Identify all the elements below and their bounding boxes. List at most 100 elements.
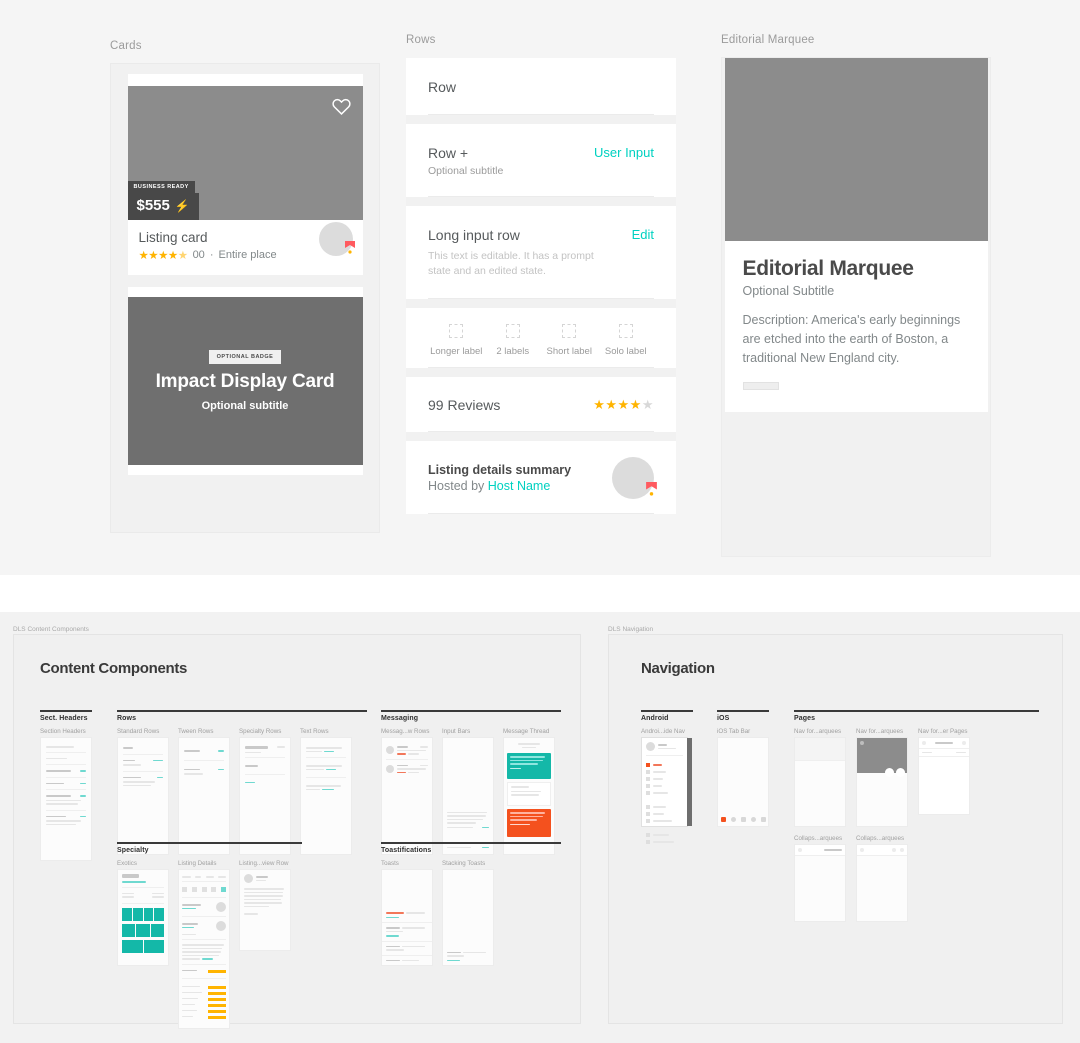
place-type: Entire place (218, 249, 277, 261)
avatar[interactable] (612, 457, 657, 500)
thumb-wrap[interactable]: Tween Rows (178, 728, 230, 855)
checkbox-item[interactable]: 2 labels (485, 324, 542, 357)
thumbnail-ios-tab-bar[interactable] (717, 737, 769, 827)
checkbox-label: Longer label (430, 346, 483, 358)
thumb-wrap[interactable]: Specialty Rows (239, 728, 291, 855)
thumbnail-toasts[interactable] (381, 869, 433, 966)
thumbnail-tween-rows[interactable] (178, 737, 230, 855)
optional-badge: OPTIONAL BADGE (208, 350, 282, 364)
tab-icon-saved[interactable] (740, 817, 746, 822)
thumb-wrap[interactable]: Section Headers (40, 728, 92, 861)
row-header: Long input row Edit (428, 227, 654, 243)
thumb-wrap[interactable]: Message Thread (503, 728, 555, 855)
tab-icon-search[interactable] (730, 817, 736, 822)
cards-frame: BUSINESS READY $555 ⚡ Listing card ★★★★★… (110, 63, 380, 533)
row-divider (406, 432, 676, 442)
thumbnail-text-rows[interactable] (300, 737, 352, 855)
thumb-wrap[interactable]: Collaps...arquees (856, 835, 908, 922)
checkbox-item[interactable]: Longer label (428, 324, 485, 357)
back-icon[interactable] (798, 848, 802, 852)
thumb-wrap[interactable]: Listing...view Row (239, 860, 291, 951)
thumbnail-collapsing-marquees-2[interactable] (856, 844, 908, 922)
thumb-label: Input Bars (442, 728, 471, 735)
edit-action[interactable]: Edit (632, 227, 654, 242)
action-circle-icon[interactable] (896, 768, 905, 777)
thumb-label: Toasts (381, 860, 399, 867)
group-toastifications: Toastifications Toasts Stacking Toasts (381, 842, 561, 966)
editorial-marquee-card[interactable]: Editorial Marquee Optional Subtitle Desc… (724, 58, 988, 412)
thumb-label: Standard Rows (117, 728, 160, 735)
user-input-action[interactable]: User Input (594, 145, 654, 160)
thumb-wrap[interactable]: Toasts (381, 860, 433, 966)
content-components-board[interactable]: Content Components Sect. Headers Section… (13, 634, 581, 1029)
thumbnail-listing-review-row[interactable] (239, 869, 291, 951)
row-simple[interactable]: Row (406, 58, 676, 115)
impact-card-title: Impact Display Card (155, 371, 335, 392)
thumb-wrap[interactable]: Input Bars (442, 728, 494, 855)
drawer-shadow (687, 738, 692, 826)
checkbox-icon[interactable] (618, 324, 633, 339)
back-icon[interactable] (922, 741, 926, 745)
thumbnail-nav-for-marquees-1[interactable] (794, 737, 846, 827)
checkbox-group: Longer label 2 labels Short label Solo l… (428, 308, 655, 369)
menu-icon[interactable] (962, 741, 966, 745)
thumb-wrap[interactable]: Standard Rows (117, 728, 169, 855)
thumbnail-section-headers[interactable] (40, 737, 92, 861)
thumb-wrap[interactable]: Exotics (117, 860, 169, 966)
checkbox-item[interactable]: Short label (541, 324, 598, 357)
thumbnail-standard-rows[interactable] (117, 737, 169, 855)
row-reviews[interactable]: 99 Reviews ★★★★★ (406, 377, 676, 433)
row-listing-summary[interactable]: Listing details summary Hosted by Host N… (406, 441, 676, 515)
impact-display-card[interactable]: OPTIONAL BADGE Impact Display Card Optio… (127, 287, 363, 475)
host-name-link[interactable]: Host Name (488, 479, 551, 493)
avatar[interactable] (318, 222, 355, 256)
navigation-board[interactable]: Navigation Android Androi...ide Nav iOS … (608, 634, 1063, 1024)
checkbox-icon[interactable] (562, 324, 577, 339)
thumb-wrap[interactable]: Nav for...arquees (856, 728, 908, 827)
thumb-row: Collaps...arquees Collaps...arquees (794, 835, 1039, 922)
reviews-stars: ★★★★★ (593, 397, 654, 413)
thumbnail-nav-for-other-pages[interactable] (918, 737, 970, 815)
thumb-label: iOS Tab Bar (717, 728, 751, 735)
thumbnail-exotics[interactable] (117, 869, 169, 966)
checkbox-icon[interactable] (449, 324, 464, 339)
row-description: This text is editable. It has a prompt s… (428, 250, 594, 278)
heart-outline-icon[interactable] (331, 96, 352, 117)
marquee-cta-button[interactable] (742, 382, 779, 390)
thumb-wrap[interactable]: Messag...w Rows (381, 728, 433, 855)
thumb-wrap[interactable]: Text Rows (300, 728, 352, 855)
share-icon[interactable] (892, 848, 896, 852)
row-with-input[interactable]: Row + User Input Optional subtitle (406, 124, 676, 197)
rows-section-label: Rows (406, 34, 436, 46)
thumbnail-stacking-toasts[interactable] (442, 869, 494, 966)
thumb-wrap[interactable]: Collaps...arquees (794, 835, 846, 922)
thumb-wrap[interactable]: Nav for...arquees (794, 728, 846, 827)
marquee-subtitle: Optional Subtitle (742, 284, 835, 298)
listing-card[interactable]: BUSINESS READY $555 ⚡ Listing card ★★★★★… (127, 74, 363, 275)
thumb-wrap[interactable]: Androi...ide Nav (641, 728, 693, 844)
row-long-input[interactable]: Long input row Edit This text is editabl… (406, 206, 676, 300)
tab-icon-messages[interactable] (750, 817, 756, 822)
tab-icon-home[interactable] (720, 817, 726, 822)
back-icon[interactable] (860, 741, 864, 745)
tab-icon-profile[interactable] (760, 817, 766, 822)
thumb-wrap[interactable]: Listing Details (178, 860, 230, 1029)
checkbox-icon[interactable] (505, 324, 520, 339)
thumbnail-listing-details[interactable] (178, 869, 230, 1029)
thumb-wrap[interactable]: Nav for...er Pages (918, 728, 970, 827)
back-icon[interactable] (860, 848, 864, 852)
thumbnail-input-bars[interactable] (442, 737, 494, 855)
thumbnail-android-side-nav[interactable] (641, 737, 692, 844)
thumb-wrap[interactable]: iOS Tab Bar (717, 728, 769, 827)
navigation-board-title: Navigation (641, 660, 715, 677)
action-circle-icon[interactable] (885, 768, 894, 777)
thumb-wrap[interactable]: Stacking Toasts (442, 860, 494, 966)
thumbnail-nav-for-marquees-2[interactable] (856, 737, 908, 827)
heart-icon[interactable] (900, 848, 904, 852)
group-name: Rows (117, 715, 137, 722)
checkbox-item[interactable]: Solo label (598, 324, 655, 357)
thumbnail-collapsing-marquees-1[interactable] (794, 844, 846, 922)
thumbnail-message-rows[interactable] (381, 737, 433, 855)
thumbnail-specialty-rows[interactable] (239, 737, 291, 855)
thumbnail-message-thread[interactable] (503, 737, 555, 855)
